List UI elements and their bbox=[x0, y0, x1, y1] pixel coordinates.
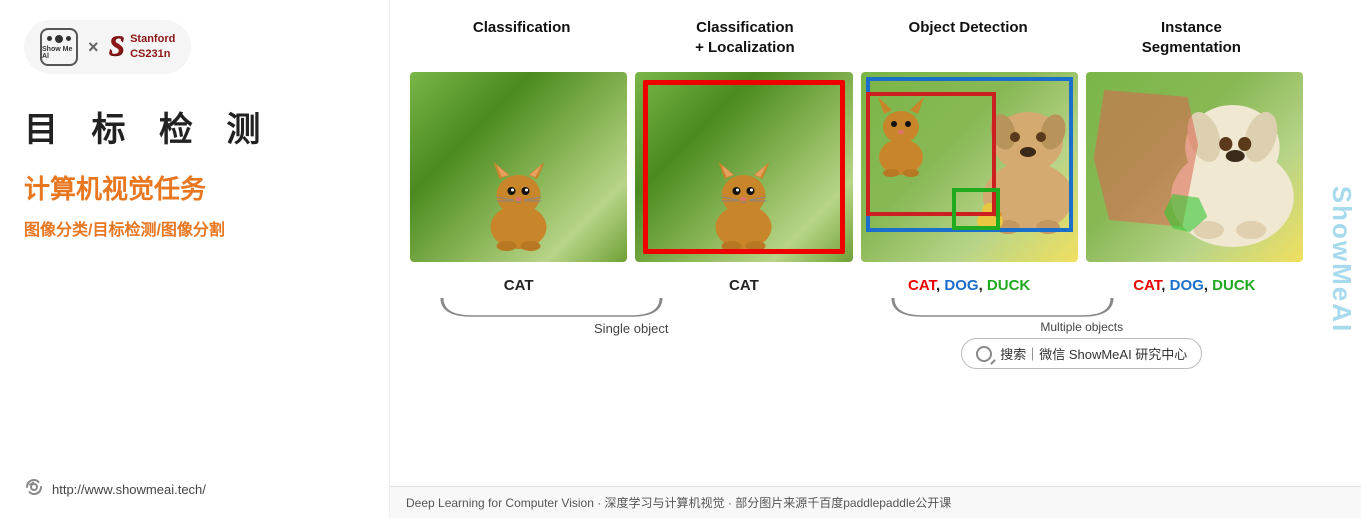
brace-multiple-label: Multiple objects bbox=[1040, 320, 1123, 334]
column-headers: Classification Classification+ Localizat… bbox=[410, 18, 1341, 57]
link-icon bbox=[24, 477, 44, 502]
right-panel: ShowMeAI Classification Classification+ … bbox=[390, 0, 1361, 518]
seg-cat-label: CAT bbox=[1133, 277, 1161, 294]
image-localization bbox=[635, 67, 852, 267]
image-classification bbox=[410, 67, 627, 267]
subtitle-sub: 图像分类/目标检测/图像分割 bbox=[24, 216, 365, 240]
search-bar[interactable]: 搜索｜微信 ShowMeAI 研究中心 bbox=[961, 338, 1202, 369]
left-panel: Show Me Al × S Stanford CS231n 目 标 检 测 计… bbox=[0, 0, 390, 518]
cat-image-1 bbox=[410, 72, 627, 262]
showmeai-logo: Show Me Al bbox=[40, 28, 78, 66]
footer-text: Deep Learning for Computer Vision · 深度学习… bbox=[406, 494, 951, 511]
search-icon bbox=[976, 346, 992, 362]
url-text: http://www.showmeai.tech/ bbox=[52, 482, 206, 497]
green-detection-box bbox=[952, 188, 1000, 230]
subtitle-main: 计算机视觉任务 bbox=[24, 169, 365, 206]
brace-single-group: Single object bbox=[410, 296, 853, 369]
dot-icon bbox=[66, 36, 71, 41]
image-detection bbox=[861, 67, 1078, 267]
showmeai-logo-text: Show Me Al bbox=[42, 46, 76, 60]
stanford-text: Stanford CS231n bbox=[130, 32, 175, 63]
stanford-s-letter: S bbox=[109, 31, 125, 63]
detect-duck-label: DUCK bbox=[987, 277, 1030, 294]
label-cat-2: CAT bbox=[635, 277, 852, 294]
footer-bar: Deep Learning for Computer Vision · 深度学习… bbox=[390, 486, 1361, 518]
dot-icon bbox=[47, 36, 52, 41]
search-text: 搜索｜微信 ShowMeAI 研究中心 bbox=[1000, 344, 1187, 363]
col-header-classification: Classification bbox=[410, 18, 633, 57]
dot-icon bbox=[55, 35, 63, 43]
col-header-segmentation: InstanceSegmentation bbox=[1080, 18, 1303, 57]
brace-row: Single object Multiple objects 搜索｜微信 Sho… bbox=[410, 296, 1341, 369]
logo-box: Show Me Al bbox=[40, 28, 78, 66]
cat-image-2 bbox=[635, 72, 852, 262]
logo-row: Show Me Al × S Stanford CS231n bbox=[24, 20, 191, 74]
detection-image bbox=[861, 72, 1078, 262]
detect-dog-label: DOG bbox=[944, 277, 978, 294]
col-header-localization: Classification+ Localization bbox=[633, 18, 856, 57]
red-bounding-box bbox=[643, 80, 844, 254]
segmentation-image bbox=[1086, 72, 1303, 262]
image-segmentation bbox=[1086, 67, 1303, 267]
col-header-detection: Object Detection bbox=[857, 18, 1080, 57]
label-cat-1: CAT bbox=[410, 277, 627, 294]
page-title: 目 标 检 测 bbox=[24, 102, 365, 151]
brace-multiple-svg bbox=[883, 296, 1281, 318]
labels-row: CAT CAT CAT, DOG, DUCK CAT, DOG, DUCK bbox=[410, 277, 1341, 294]
brace-multiple-group: Multiple objects 搜索｜微信 ShowMeAI 研究中心 bbox=[861, 296, 1304, 369]
label-detect: CAT, DOG, DUCK bbox=[861, 277, 1078, 294]
detect-cat-label: CAT bbox=[908, 277, 936, 294]
times-icon: × bbox=[88, 37, 99, 58]
brace-single-label: Single object bbox=[594, 321, 668, 336]
label-seg: CAT, DOG, DUCK bbox=[1086, 277, 1303, 294]
seg-duck-label: DUCK bbox=[1212, 277, 1255, 294]
images-row bbox=[410, 67, 1341, 267]
seg-dog-label: DOG bbox=[1170, 277, 1204, 294]
brace-single-svg bbox=[432, 296, 830, 318]
url-row: http://www.showmeai.tech/ bbox=[24, 477, 365, 502]
stanford-logo: S Stanford CS231n bbox=[109, 31, 176, 63]
